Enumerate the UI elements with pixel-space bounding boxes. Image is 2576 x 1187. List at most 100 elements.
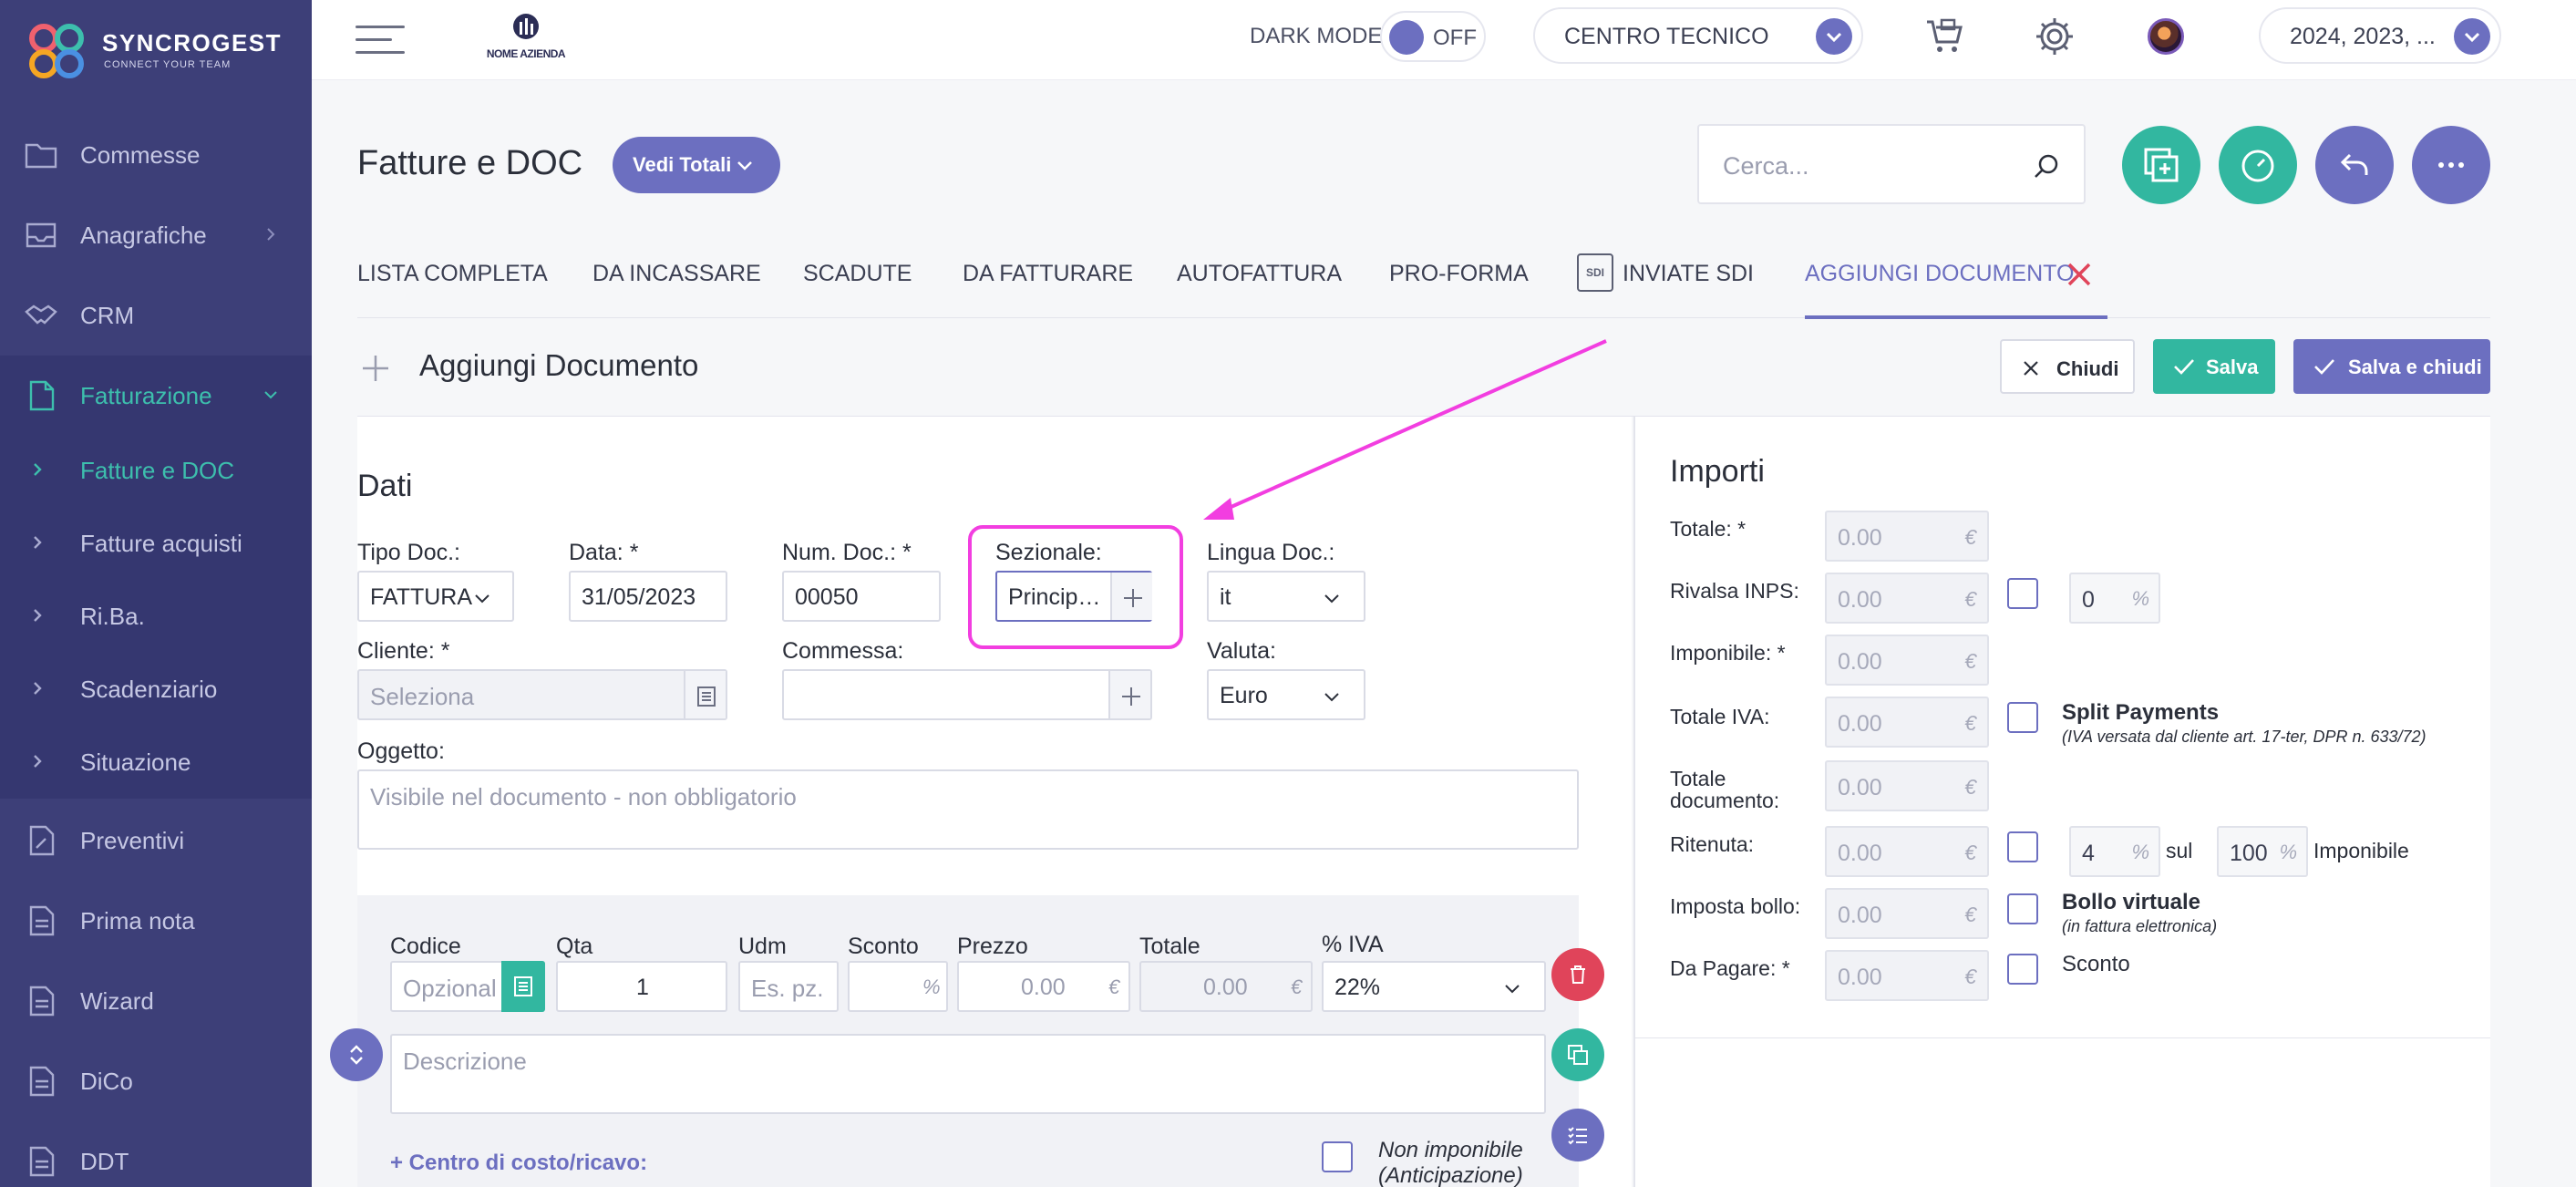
ritenuta-checkbox[interactable] — [2007, 831, 2038, 862]
plus-icon — [363, 356, 388, 381]
search-input[interactable] — [1723, 146, 2014, 186]
cliente-select[interactable]: Seleziona — [357, 669, 727, 720]
commessa-add-button[interactable] — [1108, 671, 1150, 718]
avatar[interactable] — [2148, 18, 2184, 55]
commessa-select[interactable] — [782, 669, 1152, 720]
centro-select[interactable]: CENTRO TECNICO — [1533, 7, 1863, 64]
oggetto-textarea[interactable]: Visibile nel documento - non obbligatori… — [357, 769, 1579, 850]
sidebar-item-crm[interactable]: CRM — [0, 275, 312, 356]
sidebar-item-anagrafiche[interactable]: Anagrafiche — [0, 195, 312, 275]
company-logo: NOME AZIENDA — [485, 13, 567, 67]
split-payments-checkbox[interactable] — [2007, 702, 2038, 733]
document-list-icon — [29, 986, 55, 1017]
years-select-value: 2024, 2023, ... — [2290, 24, 2436, 49]
sidebar-subitem-fatture-doc[interactable]: Fatture e DOC — [0, 434, 312, 507]
sidebar-subitem-riba[interactable]: Ri.Ba. — [0, 580, 312, 653]
tab-da-incassare[interactable]: DA INCASSARE — [592, 246, 761, 301]
chevron-right-icon — [267, 228, 275, 241]
num-doc-input[interactable]: 00050 — [782, 571, 941, 622]
chevron-right-icon — [34, 609, 42, 622]
more-options-button[interactable] — [2412, 126, 2490, 204]
reorder-row-button[interactable] — [330, 1028, 383, 1081]
gear-icon[interactable] — [2033, 15, 2076, 58]
codice-list-button[interactable] — [501, 961, 545, 1012]
tab-pro-forma[interactable]: PRO-FORMA — [1389, 246, 1529, 301]
sidebar-item-ddt[interactable]: DDT — [0, 1121, 312, 1187]
new-document-button[interactable] — [2122, 126, 2200, 204]
list-icon — [514, 976, 532, 996]
sidebar-subitem-fatture-acquisti[interactable]: Fatture acquisti — [0, 507, 312, 580]
descrizione-textarea[interactable]: Descrizione — [390, 1034, 1546, 1114]
fatturazione-submenu: Fatture e DOC Fatture acquisti Ri.Ba. Sc… — [0, 434, 312, 799]
valuta-select[interactable]: Euro — [1207, 669, 1365, 720]
copy-icon — [1568, 1045, 1588, 1065]
ritenuta-percent-input[interactable]: 4 % — [2069, 826, 2160, 877]
prezzo-input[interactable]: 0.00 € — [957, 961, 1130, 1012]
menu-toggle-icon[interactable] — [355, 24, 405, 57]
sidebar-item-commesse[interactable]: Commesse — [0, 115, 312, 195]
amount-value: 0.00 — [1838, 965, 1882, 990]
qta-input[interactable]: 1 — [556, 961, 727, 1012]
sidebar-subitem-scadenziario[interactable]: Scadenziario — [0, 653, 312, 726]
sidebar-item-label: Anagrafiche — [80, 222, 207, 249]
timer-button[interactable] — [2219, 126, 2297, 204]
toggle-knob — [1389, 20, 1424, 55]
euro-unit: € — [1964, 525, 1976, 549]
salva-e-chiudi-button[interactable]: Salva e chiudi — [2293, 339, 2490, 394]
codice-input[interactable]: Opzional — [390, 961, 545, 1012]
tab-da-fatturare[interactable]: DA FATTURARE — [963, 246, 1133, 301]
search-icon[interactable] — [2033, 153, 2060, 181]
udm-input[interactable]: Es. pz. — [738, 961, 839, 1012]
salva-button[interactable]: Salva — [2153, 339, 2275, 394]
sidebar-item-dico[interactable]: DiCo — [0, 1041, 312, 1121]
sidebar-subitem-label: Scadenziario — [80, 676, 218, 703]
sidebar-item-preventivi[interactable]: Preventivi — [0, 800, 312, 881]
sconto-unit: % — [922, 975, 941, 998]
chiudi-button[interactable]: Chiudi — [2000, 339, 2135, 394]
check-icon — [2174, 359, 2194, 375]
years-select[interactable]: 2024, 2023, ... — [2259, 7, 2501, 64]
rivalsa-percent-input[interactable]: 0 % — [2069, 573, 2160, 624]
duplicate-row-button[interactable] — [1551, 1028, 1604, 1081]
tab-lista-completa[interactable]: LISTA COMPLETA — [357, 246, 548, 301]
non-imponibile-checkbox[interactable] — [1322, 1141, 1353, 1172]
sidebar-item-fatturazione[interactable]: Fatturazione — [0, 356, 312, 436]
sidebar-item-label: Commesse — [80, 141, 201, 169]
cart-icon[interactable] — [1923, 15, 1967, 58]
euro-unit: € — [1964, 711, 1976, 735]
percent-value: 100 — [2230, 841, 2268, 866]
tab-aggiungi-documento[interactable]: AGGIUNGI DOCUMENTO — [1805, 246, 2074, 301]
bollo-virtuale-checkbox[interactable] — [2007, 893, 2038, 924]
centro-costo-link[interactable]: + Centro di costo/ricavo: — [390, 1151, 647, 1176]
cliente-placeholder: Seleziona — [370, 683, 475, 710]
sidebar-item-wizard[interactable]: Wizard — [0, 961, 312, 1041]
vedi-totali-button[interactable]: Vedi Totali — [613, 137, 780, 193]
sconto-checkbox[interactable] — [2007, 954, 2038, 985]
tab-scadute[interactable]: SCADUTE — [803, 246, 912, 301]
sul-label: sul — [2166, 839, 2193, 862]
tipo-doc-select[interactable]: FATTURA — [357, 571, 514, 622]
cliente-list-button[interactable] — [684, 671, 726, 718]
ritenuta-base-input[interactable]: 100 % — [2217, 826, 2308, 877]
lingua-select[interactable]: it — [1207, 571, 1365, 622]
tab-autofattura[interactable]: AUTOFATTURA — [1177, 246, 1342, 301]
valuta-value: Euro — [1220, 683, 1268, 708]
rivalsa-checkbox[interactable] — [2007, 578, 2038, 609]
plus-icon — [1122, 687, 1140, 706]
close-tab-icon[interactable] — [2066, 261, 2093, 288]
row-options-button[interactable] — [1551, 1109, 1604, 1161]
sidebar-item-prima-nota[interactable]: Prima nota — [0, 881, 312, 961]
dark-mode-toggle[interactable]: OFF — [1380, 11, 1486, 62]
totale-value: 0.00 — [1203, 975, 1248, 1000]
sidebar-subitem-situazione[interactable]: Situazione — [0, 726, 312, 799]
delete-row-button[interactable] — [1551, 948, 1604, 1001]
chevron-down-icon — [1505, 985, 1520, 994]
euro-unit: € — [1964, 903, 1976, 926]
rivalsa-label: Rivalsa INPS: — [1670, 579, 1799, 603]
folder-icon — [25, 143, 57, 169]
iva-select[interactable]: 22% — [1322, 961, 1546, 1012]
back-button[interactable] — [2315, 126, 2394, 204]
sconto-input[interactable]: % — [848, 961, 948, 1012]
brand[interactable]: SYNCROGEST CONNECT YOUR TEAM — [24, 18, 297, 78]
data-input[interactable]: 31/05/2023 — [569, 571, 727, 622]
